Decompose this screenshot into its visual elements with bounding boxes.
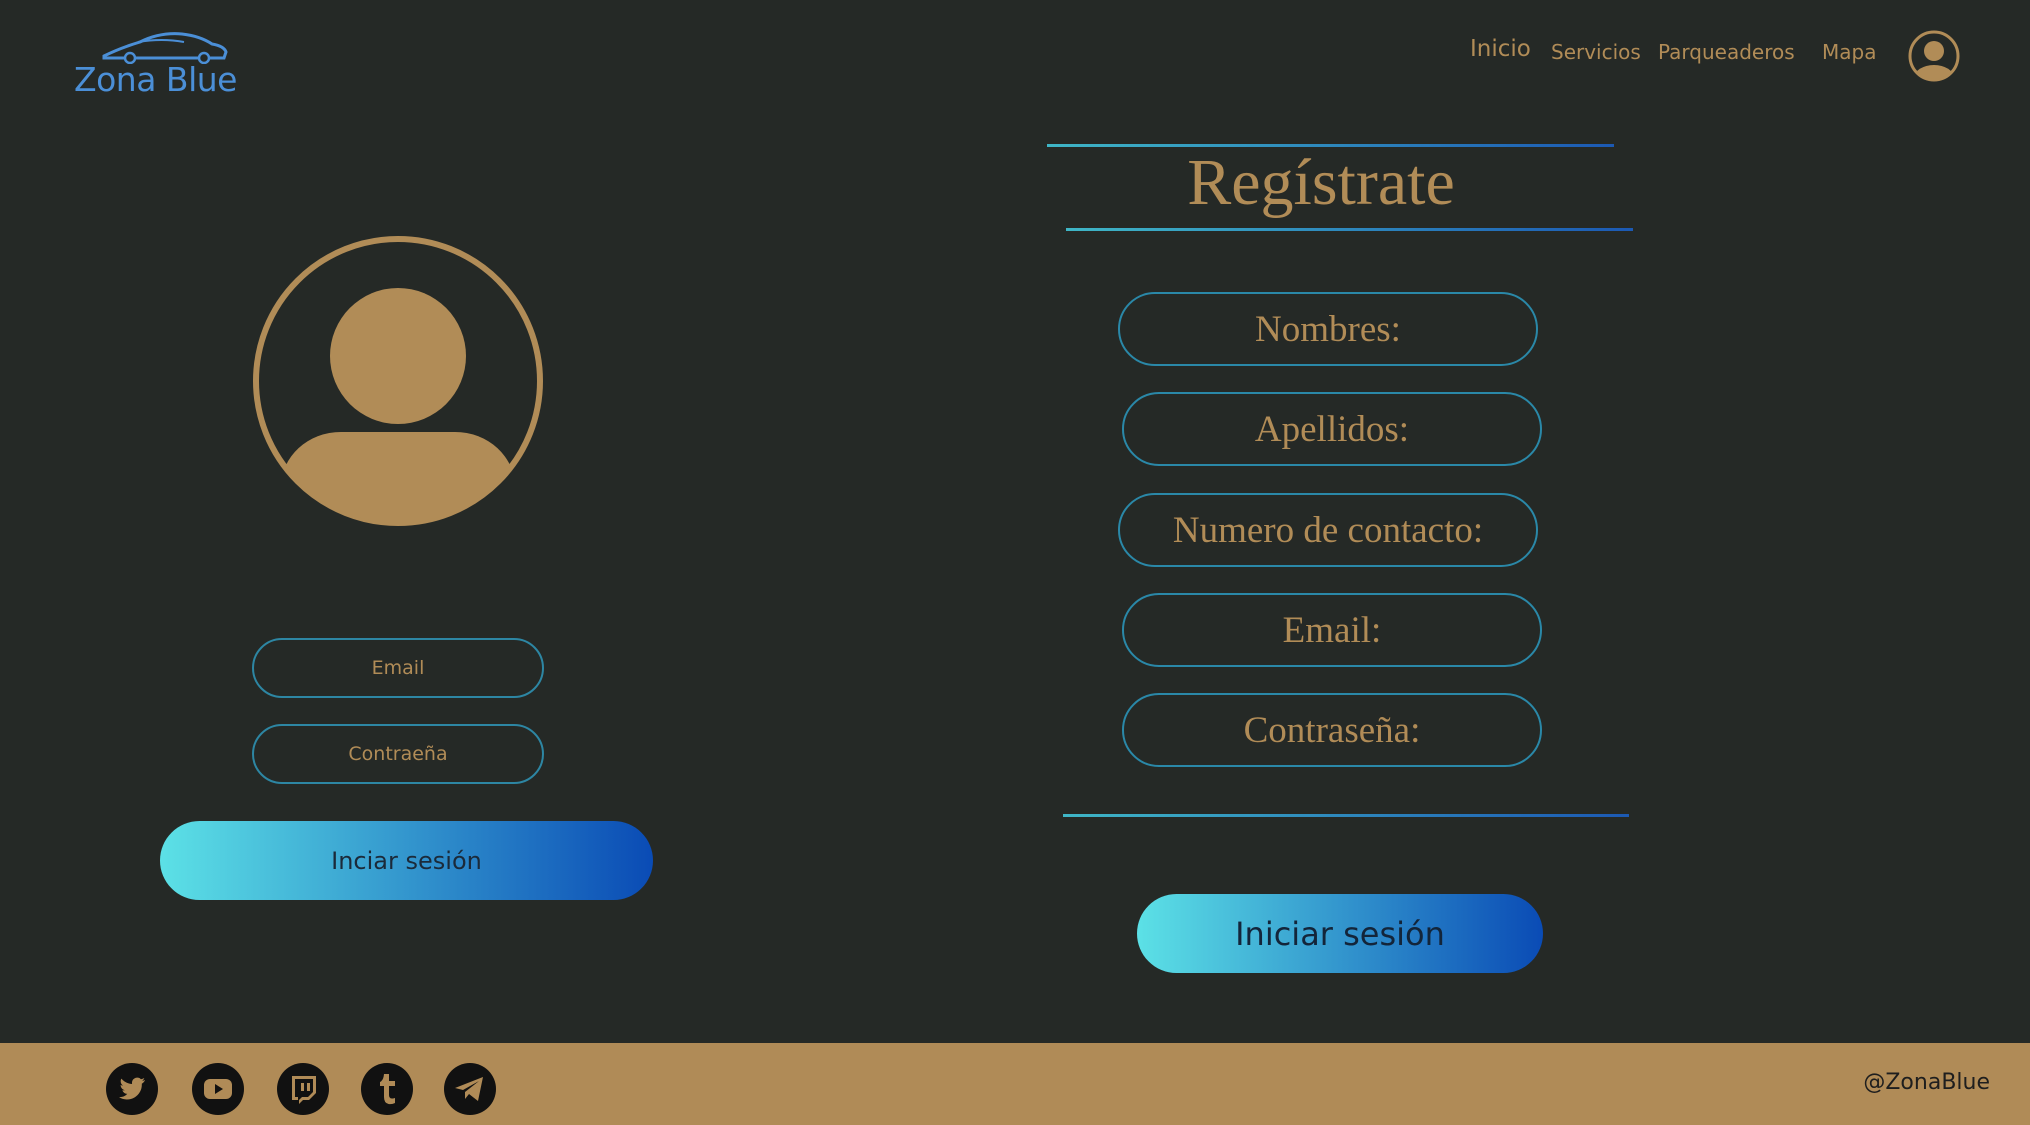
account-icon[interactable] bbox=[1908, 30, 1960, 82]
car-icon bbox=[102, 32, 228, 64]
register-apellidos-input[interactable]: Apellidos: bbox=[1122, 392, 1542, 466]
title-bottom-divider bbox=[1066, 228, 1633, 231]
register-nombres-input[interactable]: Nombres: bbox=[1118, 292, 1538, 366]
nav-inicio[interactable]: Inicio bbox=[1470, 36, 1531, 68]
nav-parqueaderos[interactable]: Parqueaderos bbox=[1658, 40, 1795, 72]
register-password-input[interactable]: Contraseña: bbox=[1122, 693, 1542, 767]
tumblr-icon[interactable] bbox=[360, 1062, 414, 1116]
nav-mapa[interactable]: Mapa bbox=[1822, 40, 1876, 72]
login-submit-button[interactable]: Inciar sesión bbox=[160, 821, 653, 900]
brand-name: Zona Blue bbox=[74, 60, 237, 99]
register-email-input[interactable]: Email: bbox=[1122, 593, 1542, 667]
form-bottom-divider bbox=[1063, 814, 1629, 817]
register-contact-number-input[interactable]: Numero de contacto: bbox=[1118, 493, 1538, 567]
nav-servicios[interactable]: Servicios bbox=[1551, 40, 1641, 72]
telegram-icon[interactable] bbox=[443, 1062, 497, 1116]
avatar-icon bbox=[253, 236, 543, 526]
footer: @ZonaBlue bbox=[0, 1043, 2030, 1125]
register-submit-button[interactable]: Iniciar sesión bbox=[1137, 894, 1543, 973]
register-title: Regístrate bbox=[1187, 146, 1455, 219]
twitter-icon[interactable] bbox=[105, 1062, 159, 1116]
brand-logo[interactable]: Zona Blue bbox=[70, 28, 250, 99]
twitch-icon[interactable] bbox=[276, 1062, 330, 1116]
youtube-icon[interactable] bbox=[191, 1062, 245, 1116]
login-password-input[interactable]: Contraeña bbox=[252, 724, 544, 784]
footer-handle: @ZonaBlue bbox=[1863, 1070, 1990, 1095]
login-email-input[interactable]: Email bbox=[252, 638, 544, 698]
